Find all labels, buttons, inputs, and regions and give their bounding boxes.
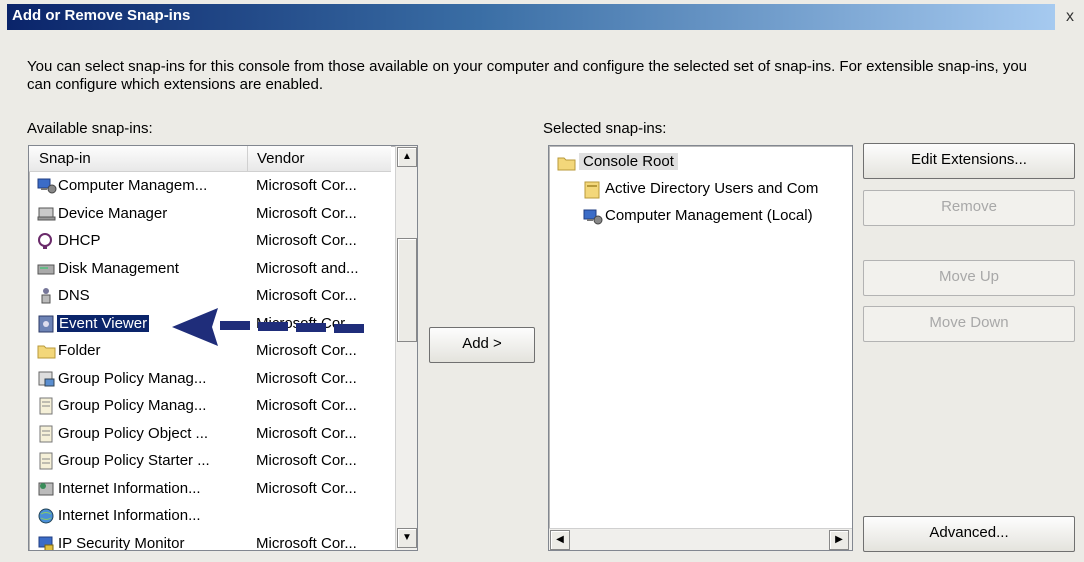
annotation-arrow-icon bbox=[172, 308, 364, 346]
list-item[interactable]: Internet Information... bbox=[29, 503, 391, 530]
snapin-name: Group Policy Manag... bbox=[58, 369, 207, 387]
description-text: You can select snap-ins for this console… bbox=[27, 58, 1028, 93]
snapin-name: Group Policy Starter ... bbox=[58, 452, 210, 469]
snapin-name: Internet Information... bbox=[58, 479, 201, 497]
list-item[interactable]: Internet Information... Microsoft Cor... bbox=[29, 476, 391, 503]
dns-icon bbox=[37, 287, 57, 305]
scroll-down-icon[interactable]: ▼ bbox=[397, 528, 417, 548]
scroll-up-icon[interactable]: ▲ bbox=[397, 147, 417, 167]
title-bar: Add or Remove Snap-ins x bbox=[0, 0, 1084, 34]
dhcp-icon bbox=[37, 232, 57, 250]
snapin-name: Internet Information... bbox=[58, 507, 201, 524]
scroll-thumb[interactable] bbox=[397, 238, 417, 342]
snapin-vendor: Microsoft Cor... bbox=[256, 369, 357, 387]
group-policy-editor-icon bbox=[37, 397, 57, 415]
group-policy-object-icon bbox=[37, 425, 57, 443]
snapin-vendor: Microsoft Cor... bbox=[256, 232, 357, 249]
tree-item-label: Computer Management (Local) bbox=[605, 207, 813, 224]
computer-management-icon bbox=[37, 177, 57, 195]
snapin-vendor: Microsoft Cor... bbox=[256, 397, 357, 414]
snapin-name: DHCP bbox=[58, 232, 101, 249]
close-icon[interactable]: x bbox=[1060, 8, 1080, 28]
disk-management-icon bbox=[37, 260, 57, 278]
snapin-name: DNS bbox=[58, 287, 90, 304]
snapin-name: Device Manager bbox=[58, 204, 168, 222]
snapin-vendor: Microsoft Cor... bbox=[256, 534, 357, 551]
event-viewer-icon bbox=[37, 315, 57, 333]
list-item[interactable]: Group Policy Manag... Microsoft Cor... bbox=[29, 366, 391, 393]
snapin-vendor: Microsoft Cor... bbox=[256, 204, 357, 222]
snapin-name: Disk Management bbox=[58, 259, 179, 277]
move-down-button[interactable]: Move Down bbox=[863, 306, 1075, 342]
selected-snapins-tree[interactable]: Console Root Active Directory Users and C… bbox=[548, 145, 853, 551]
group-policy-starter-icon bbox=[37, 452, 57, 470]
column-header-vendor[interactable]: Vendor bbox=[257, 150, 305, 167]
list-item[interactable]: Device Manager Microsoft Cor... bbox=[29, 201, 391, 228]
window-title: Add or Remove Snap-ins bbox=[12, 7, 191, 24]
list-item[interactable]: Disk Management Microsoft and... bbox=[29, 256, 391, 283]
available-snapins-label: Available snap-ins: bbox=[27, 120, 153, 137]
group-policy-management-icon bbox=[37, 370, 57, 388]
selected-snapins-label: Selected snap-ins: bbox=[543, 120, 667, 137]
column-header-snapin[interactable]: Snap-in bbox=[39, 150, 91, 167]
iis-icon bbox=[37, 480, 57, 498]
list-header: Snap-in Vendor bbox=[29, 146, 391, 172]
snapin-vendor: Microsoft Cor... bbox=[256, 287, 357, 304]
folder-icon bbox=[37, 342, 57, 360]
list-item[interactable]: Group Policy Starter ... Microsoft Cor... bbox=[29, 448, 391, 475]
scroll-left-icon[interactable]: ◀ bbox=[550, 530, 570, 550]
active-directory-icon bbox=[583, 181, 603, 199]
vertical-scrollbar[interactable]: ▲ ▼ bbox=[395, 146, 417, 550]
snapin-name: Group Policy Manag... bbox=[58, 397, 207, 414]
remove-button[interactable]: Remove bbox=[863, 190, 1075, 226]
list-item[interactable]: Computer Managem... Microsoft Cor... bbox=[29, 173, 391, 200]
tree-item-label: Active Directory Users and Com bbox=[605, 180, 819, 197]
list-item[interactable]: IP Security Monitor Microsoft Cor... bbox=[29, 531, 391, 551]
add-button[interactable]: Add > bbox=[429, 327, 535, 363]
device-manager-icon bbox=[37, 205, 57, 223]
list-item[interactable]: Group Policy Object ... Microsoft Cor... bbox=[29, 421, 391, 448]
snapin-name: Group Policy Object ... bbox=[58, 424, 209, 442]
iis-globe-icon bbox=[37, 507, 57, 525]
move-up-button[interactable]: Move Up bbox=[863, 260, 1075, 296]
snapin-vendor: Microsoft Cor... bbox=[256, 452, 357, 469]
folder-icon bbox=[557, 154, 577, 172]
snapin-vendor: Microsoft Cor... bbox=[256, 479, 357, 497]
ip-security-icon bbox=[37, 535, 57, 550]
snapin-name: Event Viewer bbox=[57, 314, 150, 332]
snapin-vendor: Microsoft and... bbox=[256, 259, 359, 277]
horizontal-scrollbar[interactable]: ◀ ▶ bbox=[549, 528, 852, 550]
scroll-right-icon[interactable]: ▶ bbox=[829, 530, 849, 550]
snapin-vendor: Microsoft Cor... bbox=[256, 424, 357, 442]
advanced-button[interactable]: Advanced... bbox=[863, 516, 1075, 552]
snapin-name: Computer Managem... bbox=[58, 177, 208, 194]
snapin-name: IP Security Monitor bbox=[58, 534, 185, 551]
edit-extensions-button[interactable]: Edit Extensions... bbox=[863, 143, 1075, 179]
tree-item-label: Console Root bbox=[579, 153, 678, 170]
list-item[interactable]: Group Policy Manag... Microsoft Cor... bbox=[29, 393, 391, 420]
snapin-vendor: Microsoft Cor... bbox=[256, 177, 357, 194]
computer-management-icon bbox=[583, 208, 603, 226]
list-item[interactable]: DHCP Microsoft Cor... bbox=[29, 228, 391, 255]
